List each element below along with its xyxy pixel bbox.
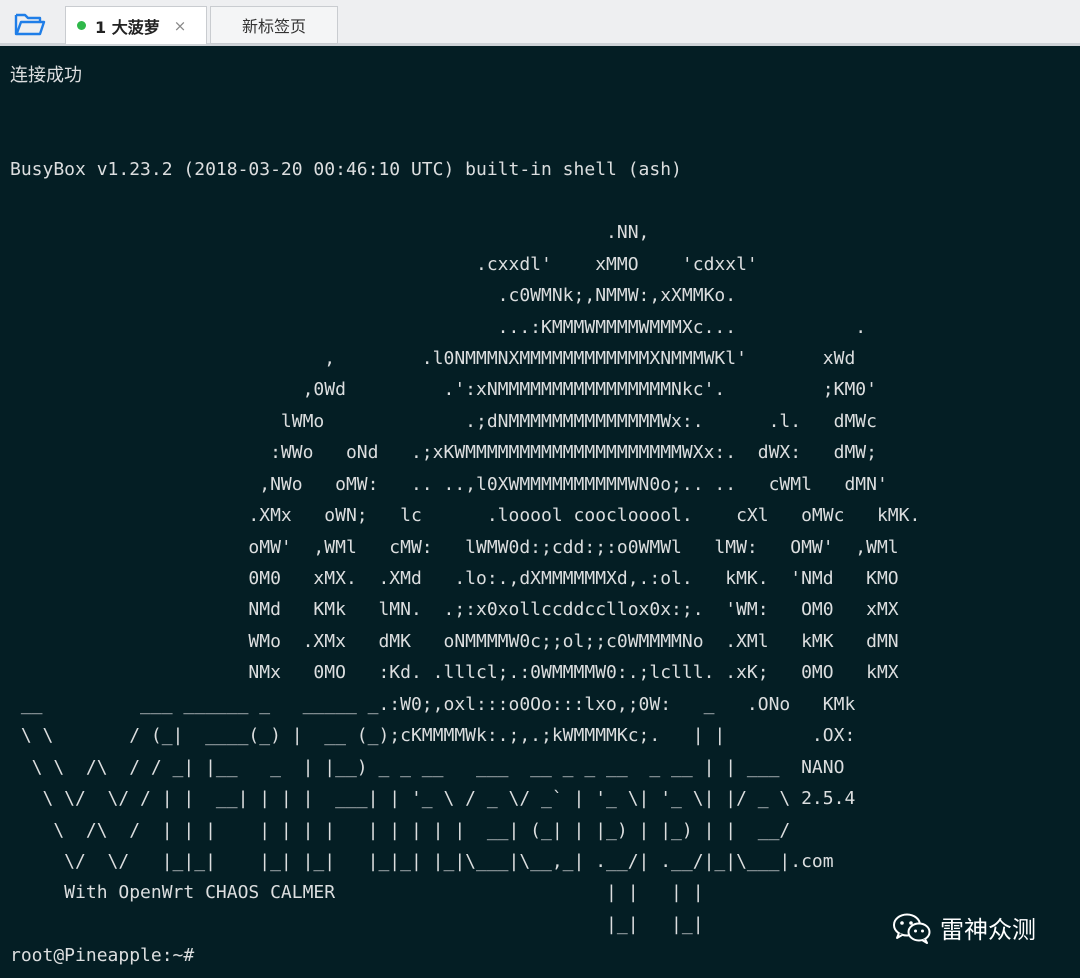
terminal-line: .cxxdl' xMMO 'cdxxl' (10, 253, 758, 275)
tab-label: 1 大菠萝 (95, 17, 160, 37)
terminal-line: :WWo oNd .;xKWMMMMMMMMMMMMMMMMMMMMWXx:. … (10, 442, 877, 464)
terminal-line: NMd KMk lMN. .;:x0xollccddccllox0x:;. 'W… (10, 599, 899, 621)
close-tab-icon[interactable]: × (174, 17, 187, 35)
terminal-line: With OpenWrt CHAOS CALMER | | | | (10, 882, 704, 904)
tab-new[interactable]: 新标签页 (210, 6, 338, 44)
terminal-line: , .l0NMMMNXMMMMMMMMMMMMXNMMMWKl' xWd (10, 347, 856, 369)
terminal-line: 连接成功 (10, 65, 82, 86)
terminal-line: |_| |_| (10, 913, 704, 935)
terminal-line: BusyBox v1.23.2 (2018-03-20 00:46:10 UTC… (10, 159, 682, 181)
terminal-line: \ /\ / | | | | | | | | | | | | __| (_| |… (10, 819, 791, 841)
wechat-icon (893, 913, 931, 944)
terminal-line: 0M0 xMX. .XMd .lo:.,dXMMMMMMXd,.:ol. kMK… (10, 568, 899, 589)
folder-icon (14, 13, 46, 36)
terminal-line: WMo .XMx dMK oNMMMMW0c;;ol;;c0WMMMMNo .X… (10, 630, 899, 652)
terminal-line: oMW' ,WMl cMW: lWMW0d:;cdd:;:o0WMWl lMW:… (10, 536, 899, 558)
terminal-line: ,NWo oMW: .. ..,l0XWMMMMMMMMMMWN0o;.. ..… (10, 473, 888, 495)
terminal-line: .NN, (10, 222, 650, 244)
watermark: 雷神众测 (892, 910, 1036, 945)
folder-open-button[interactable] (10, 8, 50, 40)
terminal-line: root@Pineapple:~# (10, 945, 195, 967)
tab-label: 新标签页 (241, 17, 306, 36)
terminal-output[interactable]: 连接成功 BusyBox v1.23.2 (2018-03-20 00:46:10… (10, 60, 920, 972)
terminal-line: __ ___ ______ _ _____ _.:W0;,oxl:::o0Oo:… (10, 693, 856, 715)
tab-session-1[interactable]: 1 大菠萝 × (65, 6, 207, 44)
tab-bar: 1 大菠萝 × 新标签页 (0, 0, 1080, 46)
terminal-line: \ \/ \/ / | | __| | | | ___| | '_ \ / _ … (10, 788, 856, 810)
connected-status-dot (77, 21, 86, 30)
terminal-line: NMx 0MO :Kd. .lllcl;.:0WMMMMW0:.;lclll. … (10, 662, 899, 684)
terminal-line: \/ \/ |_|_| |_| |_| |_|_| |_|\___|\__,_|… (10, 850, 834, 872)
watermark-text: 雷神众测 (940, 916, 1036, 944)
terminal-line: ,0Wd .':xNMMMMMMMMMMMMMMMMNkc'. ;KM0' (10, 379, 877, 401)
terminal-line: .XMx oWN; lc .looool cooclooool. cXl oMW… (10, 505, 921, 527)
terminal-line: lWMo .;dNMMMMMMMMMMMMMMWx:. .l. dMWc (10, 410, 877, 432)
terminal-line: .c0WMNk;,NMMW:,xXMMKo. (10, 285, 737, 307)
terminal-line: \ \ /\ / / _| |__ _ | |__) _ _ __ ___ __… (10, 756, 845, 778)
terminal-line: ...:KMMMWMMMMWMMMXc... . (10, 316, 867, 338)
terminal-line: \ \ / (_| ____(_) | __ (_);cKMMMMWk:.;,.… (10, 725, 856, 747)
